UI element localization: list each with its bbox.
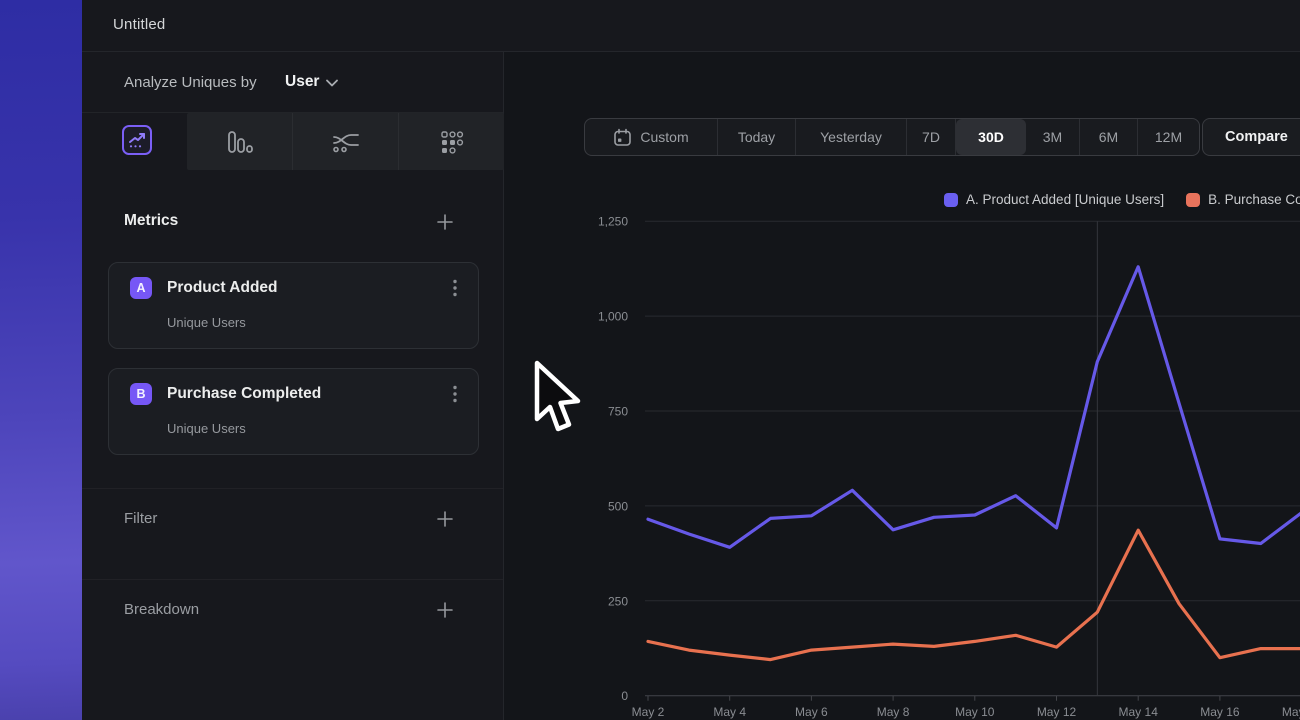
chevron-down-icon: [326, 79, 338, 87]
svg-text:May 12: May 12: [1037, 705, 1077, 719]
metric-options-button[interactable]: [444, 277, 466, 299]
metrics-title: Metrics: [124, 212, 178, 230]
range-custom[interactable]: Custom: [585, 119, 718, 155]
legend-label: A. Product Added [Unique Users]: [966, 192, 1164, 207]
add-breakdown-button[interactable]: [433, 598, 457, 622]
legend-label: B. Purchase Completed [Unique Users]: [1208, 192, 1300, 207]
range-label: 12M: [1155, 129, 1182, 145]
range-label: 7D: [922, 129, 940, 145]
range-3m[interactable]: 3M: [1026, 119, 1080, 155]
svg-text:1,250: 1,250: [598, 215, 628, 229]
metric-subtitle[interactable]: Unique Users: [167, 315, 246, 330]
left-gradient-strip: [0, 0, 82, 720]
flow-icon: [332, 131, 360, 153]
chart-type-tabs: [82, 113, 503, 170]
tab-flow[interactable]: [293, 113, 399, 170]
plus-icon: [436, 213, 454, 231]
legend-item-a[interactable]: A. Product Added [Unique Users]: [944, 191, 1164, 208]
plus-icon: [436, 601, 454, 619]
analyze-by-value: User: [285, 73, 319, 91]
range-30d-selected[interactable]: 30D: [956, 119, 1026, 155]
metric-title: Product Added: [167, 279, 278, 297]
range-12m[interactable]: 12M: [1138, 119, 1199, 155]
analyze-label: Analyze Uniques by: [124, 74, 257, 91]
range-label: Custom: [640, 129, 688, 145]
add-metric-button[interactable]: [433, 210, 457, 234]
svg-text:1,000: 1,000: [598, 310, 628, 324]
analyze-row: Analyze Uniques by User: [82, 52, 503, 113]
metrics-header: Metrics: [82, 210, 503, 238]
range-label: 3M: [1043, 129, 1062, 145]
top-bar: Untitled: [82, 0, 1300, 52]
filter-section: Filter: [82, 488, 503, 532]
metric-badge-a: A: [130, 277, 152, 299]
filter-label: Filter: [124, 510, 157, 527]
compare-button[interactable]: Compare: [1202, 118, 1300, 156]
svg-text:250: 250: [608, 594, 628, 608]
range-label: Today: [738, 129, 775, 145]
kebab-icon: [453, 279, 457, 297]
metric-options-button[interactable]: [444, 383, 466, 405]
breakdown-section: Breakdown: [82, 579, 503, 623]
svg-text:May 16: May 16: [1200, 705, 1240, 719]
analyze-by-dropdown[interactable]: User: [285, 73, 338, 91]
mouse-cursor: [529, 357, 585, 441]
chart-type-tab-group: [187, 113, 504, 170]
metric-subtitle[interactable]: Unique Users: [167, 421, 246, 436]
add-filter-button[interactable]: [433, 507, 457, 531]
metric-card-purchase-completed[interactable]: B Purchase Completed Unique Users: [108, 368, 479, 455]
query-sidebar: Analyze Uniques by User: [82, 52, 504, 720]
svg-text:May 6: May 6: [795, 705, 828, 719]
svg-text:May 10: May 10: [955, 705, 995, 719]
svg-text:500: 500: [608, 499, 628, 513]
range-yesterday[interactable]: Yesterday: [796, 119, 907, 155]
plus-icon: [436, 510, 454, 528]
kebab-icon: [453, 385, 457, 403]
range-label: 30D: [978, 129, 1004, 145]
svg-text:May 8: May 8: [877, 705, 910, 719]
metric-card-product-added[interactable]: A Product Added Unique Users: [108, 262, 479, 349]
svg-text:May 4: May 4: [713, 705, 746, 719]
line-chart-icon: [127, 130, 147, 150]
range-label: 6M: [1099, 129, 1118, 145]
legend-item-b[interactable]: B. Purchase Completed [Unique Users]: [1186, 191, 1300, 208]
report-title[interactable]: Untitled: [113, 16, 165, 33]
bar-chart-icon: [227, 130, 253, 154]
svg-text:May 18: May 18: [1282, 705, 1300, 719]
svg-text:May 14: May 14: [1119, 705, 1159, 719]
svg-text:May 2: May 2: [632, 705, 665, 719]
svg-text:750: 750: [608, 405, 628, 419]
retention-grid-icon: [440, 130, 464, 154]
metric-title: Purchase Completed: [167, 385, 321, 403]
tab-retention-grid[interactable]: [399, 113, 504, 170]
chart-legend: A. Product Added [Unique Users] B. Purch…: [944, 191, 1300, 208]
date-range-control: Custom Today Yesterday 7D 30D 3M 6M 12M: [584, 118, 1200, 156]
svg-text:0: 0: [621, 689, 628, 703]
range-label: Yesterday: [820, 129, 882, 145]
range-7d[interactable]: 7D: [907, 119, 956, 155]
legend-swatch-a: [944, 193, 958, 207]
range-today[interactable]: Today: [718, 119, 796, 155]
tab-bar-chart[interactable]: [187, 113, 293, 170]
legend-swatch-b: [1186, 193, 1200, 207]
range-6m[interactable]: 6M: [1080, 119, 1138, 155]
breakdown-label: Breakdown: [124, 601, 199, 618]
calendar-icon: [613, 128, 632, 147]
tab-line-chart[interactable]: [122, 125, 152, 155]
metric-badge-b: B: [130, 383, 152, 405]
